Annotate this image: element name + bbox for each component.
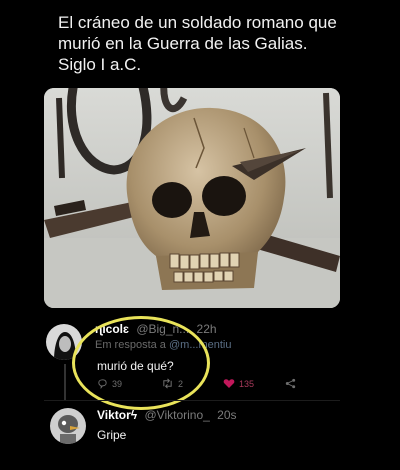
avatar-image — [46, 324, 82, 360]
display-name[interactable]: ɳicolɛ — [95, 322, 129, 336]
skull-photo — [44, 88, 340, 308]
caption-line-3: Siglo I a.C. — [58, 55, 142, 74]
post-caption: El cráneo de un soldado romano que murió… — [58, 12, 358, 75]
divider — [44, 400, 340, 401]
user-handle[interactable]: @Viktorino_ — [145, 408, 210, 422]
retweet-icon — [163, 378, 172, 389]
tweet-text: Gripe — [97, 428, 127, 442]
retweet-button[interactable]: 2 — [161, 378, 183, 389]
share-icon — [285, 378, 296, 389]
tweet-text: murió de qué? — [97, 359, 174, 373]
like-button[interactable]: 135 — [223, 378, 254, 389]
retweet-count: 2 — [178, 378, 184, 389]
reply-button[interactable]: 39 — [97, 378, 122, 389]
avatar[interactable] — [46, 324, 82, 360]
caption-line-2: murió en la Guerra de las Galias. — [58, 34, 308, 53]
reply-context: Em resposta a @m...mentiu — [95, 339, 232, 351]
post-image[interactable] — [44, 88, 340, 308]
timestamp[interactable]: 22h — [197, 322, 217, 336]
caption-line-1: El cráneo de un soldado romano que — [58, 13, 337, 32]
tweet-header: ɳicolɛ @Big_n... 22h — [95, 322, 217, 336]
display-name[interactable]: Viktorϟ — [97, 408, 137, 422]
share-button[interactable] — [285, 378, 296, 389]
reply-tweet[interactable]: Viktorϟ @Viktorino_ 20s Gripe — [0, 404, 400, 464]
user-handle[interactable]: @Big_n... — [136, 322, 189, 336]
thread-line — [64, 364, 66, 400]
tweet-header: Viktorϟ @Viktorino_ 20s — [97, 408, 237, 422]
reply-icon — [98, 379, 107, 389]
heart-icon — [223, 379, 235, 388]
avatar[interactable] — [50, 408, 86, 444]
reply-prefix: Em resposta a — [95, 339, 166, 351]
timestamp[interactable]: 20s — [217, 408, 236, 422]
like-count: 135 — [239, 378, 255, 389]
reply-count: 39 — [112, 378, 123, 389]
reply-mention-link[interactable]: @m...mentiu — [169, 339, 232, 351]
tweet-actions: 39 2 135 — [97, 378, 307, 394]
avatar-image — [50, 408, 86, 444]
reply-tweet[interactable]: ɳicolɛ @Big_n... 22h Em resposta a @m...… — [0, 318, 400, 400]
